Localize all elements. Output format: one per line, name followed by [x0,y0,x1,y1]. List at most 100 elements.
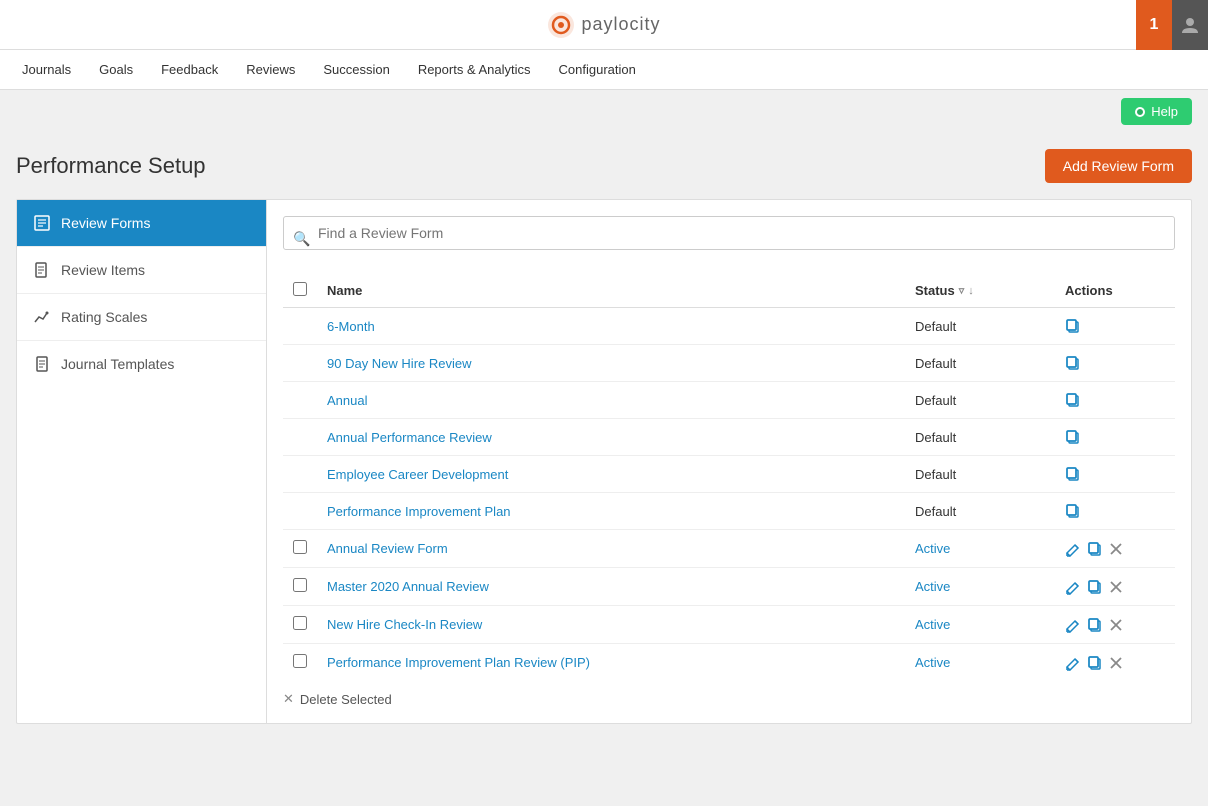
row-name: 6-Month [317,308,905,345]
nav-item-reviews[interactable]: Reviews [234,54,307,85]
row-name: Annual Performance Review [317,419,905,456]
nav-item-configuration[interactable]: Configuration [547,54,648,85]
action-icons-group [1065,392,1165,408]
row-status: Active [905,530,1055,568]
row-checkbox[interactable] [293,578,307,592]
user-avatar[interactable] [1172,0,1208,50]
copy-icon[interactable] [1087,541,1103,557]
row-actions [1055,382,1175,419]
copy-icon[interactable] [1087,655,1103,671]
row-actions [1055,456,1175,493]
status-filter-icon[interactable]: ▿ [959,284,965,297]
nav-item-goals[interactable]: Goals [87,54,145,85]
row-status: Default [905,419,1055,456]
sidebar-label-review-items: Review Items [61,262,145,278]
delete-row-icon[interactable] [1109,618,1123,632]
content-area: Review Forms Review Items [16,199,1192,724]
delete-selected[interactable]: ✕ Delete Selected [283,681,1175,707]
row-status: Default [905,456,1055,493]
row-name: Annual Review Form [317,530,905,568]
sidebar-item-review-items[interactable]: Review Items [17,247,266,294]
edit-icon[interactable] [1065,617,1081,633]
copy-icon[interactable] [1065,318,1081,334]
nav-item-journals[interactable]: Journals [10,54,83,85]
search-icon: 🔍 [293,231,310,248]
nav-bar: Journals Goals Feedback Reviews Successi… [0,50,1208,90]
row-name: Master 2020 Annual Review [317,568,905,606]
action-icons-group [1065,617,1165,633]
row-checkbox[interactable] [293,540,307,554]
row-checkbox-cell [283,606,317,644]
form-icon [33,214,51,232]
sidebar-label-rating-scales: Rating Scales [61,309,147,325]
row-checkbox[interactable] [293,616,307,630]
delete-row-icon[interactable] [1109,542,1123,556]
avatar-icon [1180,15,1200,35]
search-wrapper: 🔍 [283,216,1175,262]
table-row: Annual Performance Review Default [283,419,1175,456]
row-status: Active [905,606,1055,644]
status-sort-icon[interactable]: ↓ [968,285,974,297]
row-name-link[interactable]: 6-Month [327,319,375,334]
row-status: Default [905,493,1055,530]
copy-icon[interactable] [1065,355,1081,371]
copy-icon[interactable] [1065,503,1081,519]
sidebar-item-review-forms[interactable]: Review Forms [17,200,266,247]
edit-icon[interactable] [1065,541,1081,557]
add-review-form-button[interactable]: Add Review Form [1045,149,1192,183]
logo-text: paylocity [581,14,660,35]
sidebar-item-journal-templates[interactable]: Journal Templates [17,341,266,387]
row-name-link[interactable]: Annual Review Form [327,541,448,556]
search-input[interactable] [283,216,1175,250]
th-actions: Actions [1055,274,1175,308]
action-icons-group [1065,429,1165,445]
delete-row-icon[interactable] [1109,580,1123,594]
row-actions [1055,606,1175,644]
copy-icon[interactable] [1065,392,1081,408]
document-icon [33,261,51,279]
row-status: Default [905,308,1055,345]
help-bar: Help [0,90,1208,133]
main-content: Performance Setup Add Review Form Review… [0,133,1208,740]
action-icons-group [1065,355,1165,371]
row-name: Performance Improvement Plan Review (PIP… [317,644,905,682]
copy-icon[interactable] [1087,617,1103,633]
delete-row-icon[interactable] [1109,656,1123,670]
sidebar: Review Forms Review Items [17,200,267,723]
row-name-link[interactable]: Performance Improvement Plan Review (PIP… [327,655,590,670]
row-actions [1055,568,1175,606]
table-row: AnnualDefault [283,382,1175,419]
row-checkbox[interactable] [293,654,307,668]
row-name-link[interactable]: Annual [327,393,367,408]
nav-item-feedback[interactable]: Feedback [149,54,230,85]
row-status: Active [905,568,1055,606]
copy-icon[interactable] [1087,579,1103,595]
sidebar-label-review-forms: Review Forms [61,215,150,231]
select-all-checkbox[interactable] [293,282,307,296]
row-name-link[interactable]: Employee Career Development [327,467,508,482]
row-checkbox-cell [283,644,317,682]
nav-item-succession[interactable]: Succession [311,54,401,85]
copy-icon[interactable] [1065,429,1081,445]
table-row: Performance Improvement Plan Default [283,493,1175,530]
copy-icon[interactable] [1065,466,1081,482]
row-name-link[interactable]: New Hire Check-In Review [327,617,482,632]
th-name: Name [317,274,905,308]
sidebar-item-rating-scales[interactable]: Rating Scales [17,294,266,341]
row-name-link[interactable]: Performance Improvement Plan [327,504,511,519]
row-name-link[interactable]: Master 2020 Annual Review [327,579,489,594]
row-checkbox-cell [283,568,317,606]
table-row: Employee Career Development Default [283,456,1175,493]
table-row: Annual Review Form Active [283,530,1175,568]
edit-icon[interactable] [1065,579,1081,595]
row-checkbox-cell [283,382,317,419]
page-header: Performance Setup Add Review Form [16,149,1192,183]
notification-badge[interactable]: 1 [1136,0,1172,50]
nav-item-reports[interactable]: Reports & Analytics [406,54,543,85]
top-bar: paylocity 1 [0,0,1208,50]
row-name-link[interactable]: Annual Performance Review [327,430,492,445]
help-button[interactable]: Help [1121,98,1192,125]
table-row: 6-Month Default [283,308,1175,345]
edit-icon[interactable] [1065,655,1081,671]
row-name-link[interactable]: 90 Day New Hire Review [327,356,472,371]
